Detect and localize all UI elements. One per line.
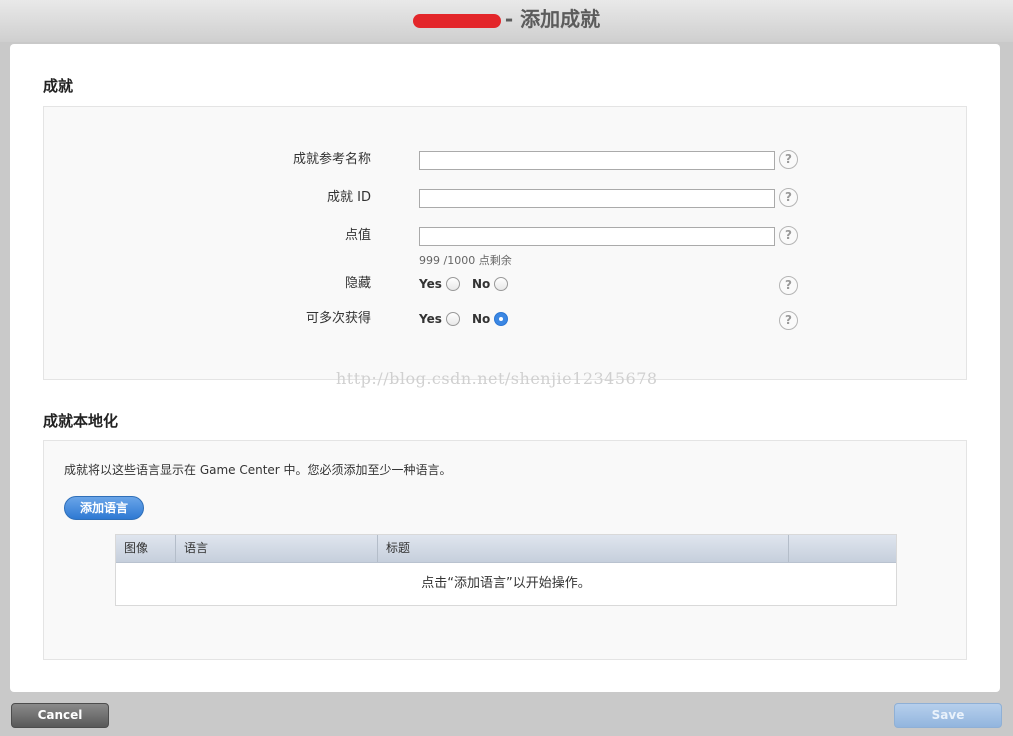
multiple-row: 可多次获得 Yes No ? [44, 309, 966, 331]
points-remaining-hint: 999 /1000 点剩余 [419, 254, 512, 267]
help-icon[interactable]: ? [779, 150, 798, 169]
help-icon[interactable]: ? [779, 188, 798, 207]
add-language-button[interactable]: 添加语言 [64, 496, 144, 520]
points-row: 点值 ? [44, 226, 966, 248]
save-button[interactable]: Save [894, 703, 1002, 728]
help-icon[interactable]: ? [779, 311, 798, 330]
achievement-section-title: 成就 [43, 77, 74, 95]
table-empty-message: 点击“添加语言”以开始操作。 [421, 576, 591, 591]
column-header-image[interactable]: 图像 [116, 535, 176, 562]
redacted-app-name [412, 13, 501, 28]
cancel-button[interactable]: Cancel [11, 703, 109, 728]
table-header: 图像 语言 标题 [116, 535, 896, 563]
hidden-no-radio[interactable] [494, 277, 508, 291]
localization-panel: 成就将以这些语言显示在 Game Center 中。您必须添加至少一种语言。 添… [43, 440, 967, 660]
multiple-no-radio-selected[interactable] [494, 312, 508, 326]
hidden-row: 隐藏 Yes No ? [44, 274, 966, 296]
achievement-panel: 成就参考名称 ? 成就 ID ? 点值 ? 999 /1000 点剩余 隐藏 Y… [43, 106, 967, 380]
ref-name-row: 成就参考名称 ? [44, 150, 966, 172]
column-header-language[interactable]: 语言 [176, 535, 378, 562]
column-header-actions [789, 535, 896, 562]
localization-section-title: 成就本地化 [43, 412, 119, 430]
multiple-label: 可多次获得 [305, 311, 371, 326]
hidden-no-label: No [472, 277, 491, 291]
hidden-yes-label: Yes [419, 277, 442, 291]
points-input[interactable] [419, 227, 775, 246]
window-title-bar: - 添加成就 [0, 0, 1013, 42]
help-icon[interactable]: ? [779, 276, 798, 295]
points-label: 点值 [344, 228, 371, 243]
achievement-id-row: 成就 ID ? [44, 188, 966, 210]
hidden-label: 隐藏 [344, 276, 371, 291]
window-title: - 添加成就 [504, 7, 601, 31]
achievement-id-label: 成就 ID [327, 190, 371, 205]
achievement-id-input[interactable] [419, 189, 775, 208]
multiple-no-label: No [472, 312, 491, 326]
multiple-yes-label: Yes [419, 312, 442, 326]
language-table: 图像 语言 标题 点击“添加语言”以开始操作。 [115, 534, 897, 606]
localization-description: 成就将以这些语言显示在 Game Center 中。您必须添加至少一种语言。 [64, 463, 452, 477]
sheet-content: 成就 成就参考名称 ? 成就 ID ? 点值 ? 999 /1000 点剩余 隐… [10, 44, 1000, 692]
ref-name-input[interactable] [419, 151, 775, 170]
ref-name-label: 成就参考名称 [292, 152, 371, 167]
help-icon[interactable]: ? [779, 226, 798, 245]
column-header-title[interactable]: 标题 [378, 535, 789, 562]
watermark: http://blog.csdn.net/shenjie12345678 [336, 369, 658, 388]
hidden-yes-radio[interactable] [446, 277, 460, 291]
multiple-yes-radio[interactable] [446, 312, 460, 326]
